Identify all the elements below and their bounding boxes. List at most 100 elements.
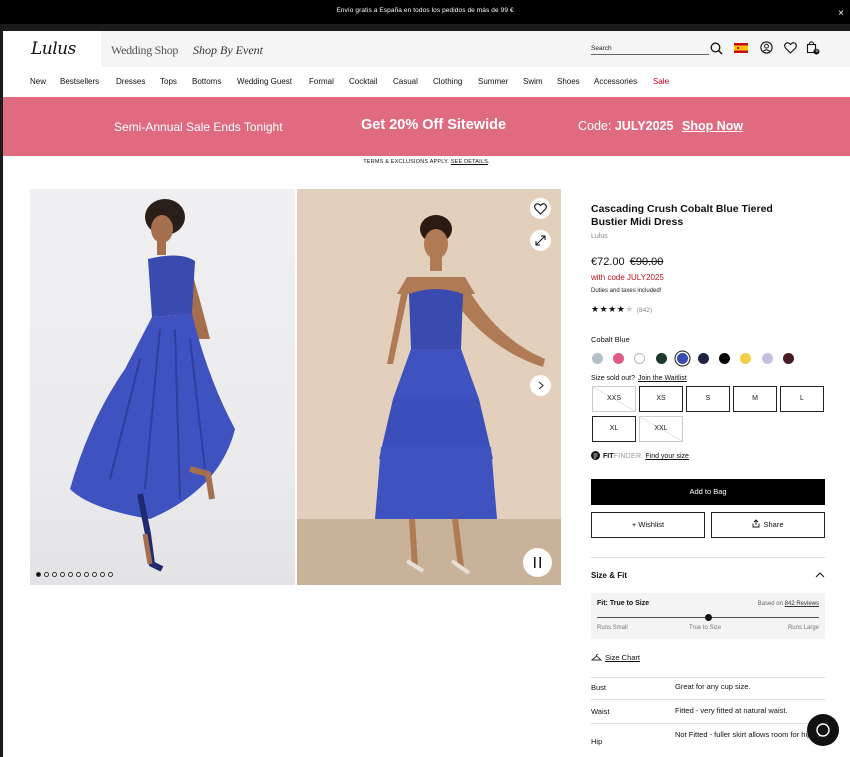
gallery-dot[interactable] [108, 572, 113, 577]
nav-item-bottoms[interactable]: Bottoms [192, 77, 221, 86]
close-announcement-button[interactable]: × [838, 9, 844, 19]
color-swatch[interactable] [698, 353, 709, 364]
share-icon [753, 519, 760, 528]
tab-shop-by-event[interactable]: Shop By Event [193, 43, 263, 58]
gallery-dot[interactable] [92, 572, 97, 577]
reviews-link[interactable]: 842 Reviews [785, 601, 819, 607]
account-icon[interactable] [760, 41, 773, 54]
nav-item-tops[interactable]: Tops [160, 77, 177, 86]
size-option-xs[interactable]: XS [639, 386, 683, 412]
next-image-button[interactable] [530, 375, 551, 396]
chevron-up-icon[interactable] [815, 572, 825, 578]
spec-waist-value: Fitted - very fitted at natural waist. [675, 706, 788, 715]
size-chart-row[interactable]: Size Chart [591, 653, 640, 662]
search-input[interactable]: Search [591, 43, 709, 55]
fit-finder-icon [591, 451, 600, 460]
divider [591, 723, 825, 724]
nav-item-shoes[interactable]: Shoes [557, 77, 580, 86]
star-icon: ★ [591, 304, 600, 314]
size-option-xl[interactable]: XL [592, 416, 636, 442]
tab-wedding-shop[interactable]: Wedding Shop [111, 43, 178, 58]
gallery-dot[interactable] [36, 572, 41, 577]
size-sold-out-text: Size sold out? [591, 375, 635, 382]
find-your-size-link[interactable]: Find your size [645, 453, 689, 460]
chevron-right-icon [538, 381, 544, 390]
heart-icon[interactable] [784, 42, 797, 54]
fit-finder-label: FINDER [613, 453, 642, 460]
gallery-dot[interactable] [60, 572, 65, 577]
terms-text: TERMS & EXCLUSIONS APPLY. [363, 159, 450, 165]
star-icons: ★★★★★ [591, 304, 634, 314]
nav-item-dresses[interactable]: Dresses [116, 77, 145, 86]
size-option-m[interactable]: M [733, 386, 777, 412]
nav-item-swim[interactable]: Swim [523, 77, 543, 86]
nav-item-cocktail[interactable]: Cocktail [349, 77, 377, 86]
nav-item-accessories[interactable]: Accessories [594, 77, 637, 86]
gallery-dot[interactable] [100, 572, 105, 577]
search-icon[interactable] [710, 42, 723, 55]
color-swatch[interactable] [740, 353, 752, 364]
color-swatch[interactable] [655, 353, 667, 364]
lulus-logo[interactable]: Lulus [31, 39, 76, 59]
gallery-dot[interactable] [84, 572, 89, 577]
nav-item-formal[interactable]: Formal [309, 77, 334, 86]
expand-icon [535, 235, 546, 246]
nav-item-casual[interactable]: Casual [393, 77, 418, 86]
color-swatch[interactable] [719, 353, 731, 364]
nav-item-bestsellers[interactable]: Bestsellers [60, 77, 99, 86]
gallery-dot[interactable] [68, 572, 73, 577]
chat-button[interactable] [807, 714, 839, 746]
promo-banner[interactable]: Semi-Annual Sale Ends Tonight Get 20% Of… [3, 97, 850, 156]
size-option-xxl[interactable]: XXL [639, 416, 683, 442]
fit-scale-marker [704, 614, 712, 621]
add-to-bag-button[interactable]: Add to Bag [591, 479, 825, 505]
product-brand[interactable]: Lulus [591, 233, 608, 240]
logo-container: Lulus [3, 31, 101, 67]
gallery-dot[interactable] [76, 572, 81, 577]
review-count[interactable]: (842) [637, 307, 652, 314]
size-chart-link[interactable]: Size Chart [605, 653, 640, 662]
zoom-button[interactable] [530, 230, 551, 251]
fit-based-on: Based on 842 Reviews [758, 601, 819, 607]
shop-now-link[interactable]: Shop Now [682, 119, 743, 133]
wishlist-button[interactable]: + Wishlist [591, 512, 705, 538]
size-fit-heading[interactable]: Size & Fit [591, 571, 627, 580]
product-image-1[interactable] [30, 189, 295, 585]
color-swatch[interactable] [761, 353, 773, 364]
nav-item-sale[interactable]: Sale [653, 77, 669, 86]
size-option-xxs[interactable]: XXS [592, 386, 636, 412]
size-option-l[interactable]: L [780, 386, 824, 412]
size-option-s[interactable]: S [686, 386, 730, 412]
color-swatch[interactable] [782, 353, 794, 364]
share-button[interactable]: Share [711, 512, 825, 538]
gallery-dot[interactable] [44, 572, 49, 577]
spec-hip-value: Not Fitted - fuller skirt allows room fo… [675, 730, 818, 739]
rating-stars[interactable]: ★★★★★ (842) [591, 304, 652, 315]
nav-item-new[interactable]: New [30, 77, 46, 86]
fit-scale-box: Fit: True to Size Based on 842 Reviews R… [591, 593, 825, 639]
promo-code: Code: JULY2025 [578, 119, 673, 133]
fit-finder-brand: FIT [603, 453, 614, 460]
announcement-bar: Envío gratis a España en todos los pedid… [0, 0, 850, 24]
star-icon: ★ [599, 304, 609, 314]
nav-item-wedding-guest[interactable]: Wedding Guest [237, 77, 292, 86]
divider [591, 677, 825, 678]
color-swatch[interactable] [613, 353, 625, 364]
product-image-2[interactable] [297, 189, 561, 585]
color-swatch[interactable] [592, 353, 603, 364]
based-on-text: Based on [757, 601, 783, 607]
wishlist-heart-button[interactable] [530, 198, 551, 219]
spain-flag-icon[interactable] [734, 43, 748, 53]
color-swatch[interactable] [676, 353, 688, 364]
join-waitlist-link[interactable]: Join the Waitlist [638, 375, 687, 382]
nav-item-summer[interactable]: Summer [478, 77, 508, 86]
gallery-dot[interactable] [52, 572, 57, 577]
selected-color-name: Cobalt Blue [591, 335, 630, 344]
terms-notice: TERMS & EXCLUSIONS APPLY. SEE DETAILS. [3, 159, 850, 165]
sale-price: €72.00 [591, 256, 625, 268]
pause-video-button[interactable] [523, 548, 552, 577]
color-swatch[interactable] [634, 353, 646, 364]
see-details-link[interactable]: SEE DETAILS [451, 159, 488, 165]
wishlist-label: Wishlist [638, 520, 665, 529]
nav-item-clothing[interactable]: Clothing [433, 77, 462, 86]
